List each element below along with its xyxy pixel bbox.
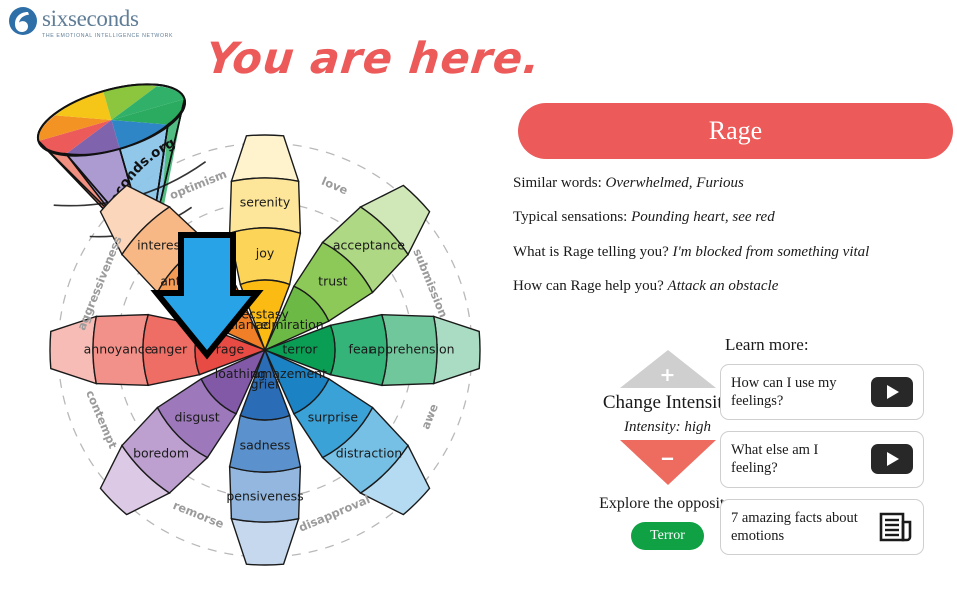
wheel-dyad-label: awe	[418, 402, 441, 432]
wheel-segment-label: sadness	[240, 438, 291, 453]
wheel-segment-label: distraction	[336, 445, 402, 460]
wheel-segment-label: disgust	[175, 409, 220, 424]
learn-more-title: Learn more:	[725, 335, 809, 354]
help-label: How can Rage help you?	[513, 277, 664, 294]
sensations-value: Pounding heart, see red	[631, 209, 775, 226]
opposite-emotion-button[interactable]: Terror	[631, 522, 704, 550]
wheel-segment-label: boredom	[133, 445, 189, 460]
card-label: What else am I feeling?	[731, 442, 819, 477]
decrease-intensity-button[interactable]: ‒	[619, 440, 716, 485]
sixseconds-mark-icon	[9, 7, 37, 35]
learn-more-card[interactable]: How can I use my feelings?	[720, 364, 924, 421]
fact-telling-you: What is Rage telling you? I'm blocked fr…	[513, 244, 957, 261]
increase-intensity-button[interactable]: +	[619, 350, 716, 388]
article-document-icon[interactable]	[879, 511, 913, 543]
wheel-segment-label: terror	[282, 342, 318, 357]
emotion-wheel[interactable]: 6seconds.org optimismlovesubmissionawedi…	[0, 50, 500, 608]
card-label: How can I use my feelings?	[731, 375, 837, 410]
sixseconds-logo[interactable]: sixseconds THE EMOTIONAL INTELLIGENCE NE…	[8, 6, 173, 39]
emotion-name-banner: Rage	[518, 103, 953, 159]
fact-help-you: How can Rage help you? Attack an obstacl…	[513, 278, 957, 295]
wheel-segment-sadness[interactable]	[230, 517, 300, 566]
help-value: Attack an obstacle	[667, 277, 779, 294]
similar-words-label: Similar words:	[513, 175, 602, 191]
wheel-segment-label: serenity	[240, 195, 291, 210]
wheel-segment-label: acceptance	[333, 238, 405, 253]
learn-more-card[interactable]: What else am I feeling?	[720, 431, 924, 488]
wheel-segment-label: interest	[137, 238, 185, 253]
wheel-segment-label: loathing	[215, 366, 266, 381]
emotion-detail-panel: Rage Similar words: Overwhelmed, Furious…	[505, 0, 957, 608]
wheel-dyad-label: contempt	[83, 388, 120, 451]
logo-wordmark: sixseconds	[42, 6, 139, 31]
plus-icon: +	[659, 364, 676, 386]
wheel-segment-label: apprehension	[369, 342, 454, 357]
wheel-segment-label: fear	[349, 342, 375, 357]
emotion-facts: Similar words: Overwhelmed, Furious Typi…	[513, 175, 957, 312]
emotion-wheel-svg[interactable]: 6seconds.org optimismlovesubmissionawedi…	[0, 50, 500, 608]
play-video-icon[interactable]	[871, 377, 913, 408]
wheel-segment-label: joy	[255, 246, 275, 261]
telling-value: I'm blocked from something vital	[672, 243, 870, 260]
wheel-segment-joy[interactable]	[230, 134, 300, 183]
wheel-dyad-label: disapproval	[297, 492, 372, 535]
wheel-dyad-label: submission	[410, 247, 450, 320]
card-label: 7 amazing facts about emotions	[731, 509, 858, 544]
wheel-segment-label: pensiveness	[226, 489, 303, 504]
wheel-segment-label: anger	[151, 342, 188, 357]
wheel-segment-label: surprise	[308, 409, 359, 424]
wheel-segment-label: rage	[216, 342, 245, 357]
wheel-dyad-label: optimism	[168, 167, 229, 203]
emotion-explorer-page: sixseconds THE EMOTIONAL INTELLIGENCE NE…	[0, 0, 957, 608]
wheel-dyad-label: remorse	[171, 498, 226, 531]
learn-more-card[interactable]: 7 amazing facts about emotions	[720, 498, 924, 555]
telling-label: What is Rage telling you?	[513, 243, 669, 260]
play-video-icon[interactable]	[871, 444, 913, 475]
learn-more-section: Learn more: How can I use my feelings? W…	[720, 335, 950, 566]
wheel-dyad-label: love	[320, 174, 351, 198]
logo-tagline: THE EMOTIONAL INTELLIGENCE NETWORK	[42, 33, 174, 39]
minus-icon: ‒	[660, 447, 675, 469]
fact-typical-sensations: Typical sensations: Pounding heart, see …	[513, 209, 957, 226]
wheel-segment-label: trust	[318, 274, 347, 289]
fact-similar-words: Similar words: Overwhelmed, Furious	[513, 175, 957, 192]
similar-words-value: Overwhelmed, Furious	[605, 175, 744, 191]
wheel-segment-label: annoyance	[84, 342, 153, 357]
sensations-label: Typical sensations:	[513, 209, 628, 226]
